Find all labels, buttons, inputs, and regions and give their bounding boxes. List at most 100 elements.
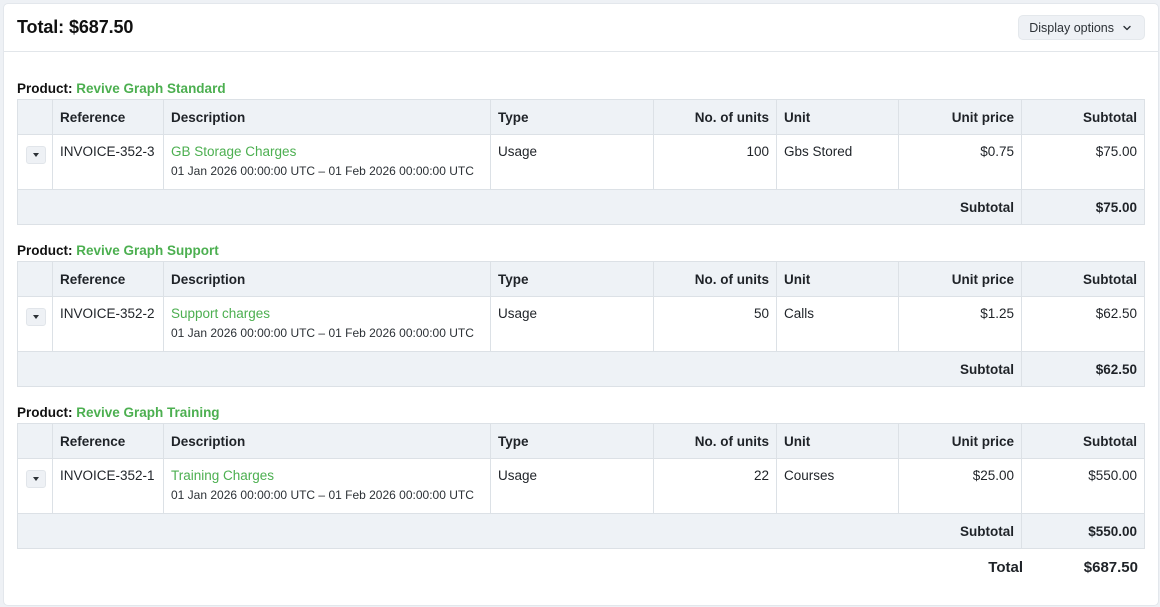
description-cell: Training Charges 01 Jan 2026 00:00:00 UT…	[163, 458, 491, 514]
description-link[interactable]: Training Charges	[171, 468, 483, 483]
charges-table: Reference Description Type No. of units …	[17, 99, 1145, 225]
product-section: Product: Revive Graph Training Reference…	[17, 403, 1145, 549]
col-unit: Unit	[776, 261, 899, 297]
col-unit-price: Unit price	[898, 99, 1022, 135]
col-reference: Reference	[52, 99, 164, 135]
subtotal-label: Subtotal	[17, 513, 1022, 549]
col-subtotal: Subtotal	[1021, 99, 1145, 135]
col-toggle	[17, 99, 53, 135]
billing-period: 01 Jan 2026 00:00:00 UTC – 01 Feb 2026 0…	[171, 488, 474, 502]
subtotal-value: $62.50	[1021, 351, 1145, 387]
type-cell: Usage	[490, 296, 654, 352]
product-name[interactable]: Revive Graph Support	[76, 243, 219, 258]
card-header: Total: $687.50 Display options	[4, 4, 1158, 52]
subtotal-label: Subtotal	[17, 351, 1022, 387]
grand-total-label: Total	[988, 558, 1023, 576]
description-cell: GB Storage Charges 01 Jan 2026 00:00:00 …	[163, 134, 491, 190]
subtotal-cell: $550.00	[1021, 458, 1145, 514]
table-row: INVOICE-352-3 GB Storage Charges 01 Jan …	[17, 134, 1145, 190]
units-cell: 100	[653, 134, 777, 190]
product-prefix: Product:	[17, 81, 73, 96]
col-unit: Unit	[776, 423, 899, 459]
col-type: Type	[490, 423, 654, 459]
description-link[interactable]: Support charges	[171, 306, 483, 321]
reference-cell: INVOICE-352-3	[52, 134, 164, 190]
type-cell: Usage	[490, 134, 654, 190]
charges-table: Reference Description Type No. of units …	[17, 423, 1145, 549]
type-cell: Usage	[490, 458, 654, 514]
col-units: No. of units	[653, 261, 777, 297]
subtotal-cell: $62.50	[1021, 296, 1145, 352]
units-cell: 50	[653, 296, 777, 352]
billing-period: 01 Jan 2026 00:00:00 UTC – 01 Feb 2026 0…	[171, 164, 474, 178]
col-unit-price: Unit price	[898, 423, 1022, 459]
unit-price-cell: $25.00	[898, 458, 1022, 514]
col-subtotal: Subtotal	[1021, 261, 1145, 297]
table-header-row: Reference Description Type No. of units …	[17, 99, 1145, 135]
table-row: INVOICE-352-1 Training Charges 01 Jan 20…	[17, 458, 1145, 514]
description-cell: Support charges 01 Jan 2026 00:00:00 UTC…	[163, 296, 491, 352]
reference-cell: INVOICE-352-2	[52, 296, 164, 352]
product-prefix: Product:	[17, 405, 73, 420]
invoice-card: Total: $687.50 Display options Product: …	[4, 4, 1158, 605]
unit-cell: Courses	[776, 458, 899, 514]
display-options-button[interactable]: Display options	[1018, 15, 1145, 40]
product-section: Product: Revive Graph Support Reference …	[17, 241, 1145, 387]
grand-total-value: $687.50	[1083, 558, 1138, 576]
col-toggle	[17, 423, 53, 459]
col-description: Description	[163, 261, 491, 297]
product-prefix: Product:	[17, 243, 73, 258]
unit-cell: Gbs Stored	[776, 134, 899, 190]
caret-down-icon	[33, 477, 39, 481]
caret-down-icon	[33, 315, 39, 319]
table-header-row: Reference Description Type No. of units …	[17, 261, 1145, 297]
subtotal-row: Subtotal $75.00	[17, 189, 1145, 225]
subtotal-label: Subtotal	[17, 189, 1022, 225]
unit-price-cell: $0.75	[898, 134, 1022, 190]
col-unit: Unit	[776, 99, 899, 135]
col-units: No. of units	[653, 423, 777, 459]
caret-down-icon	[33, 153, 39, 157]
toggle-cell	[17, 134, 53, 190]
billing-period: 01 Jan 2026 00:00:00 UTC – 01 Feb 2026 0…	[171, 326, 474, 340]
col-unit-price: Unit price	[898, 261, 1022, 297]
expand-row-button[interactable]	[26, 470, 46, 488]
product-heading: Product: Revive Graph Training	[17, 403, 1145, 423]
product-name[interactable]: Revive Graph Training	[76, 405, 219, 420]
subtotal-cell: $75.00	[1021, 134, 1145, 190]
col-type: Type	[490, 261, 654, 297]
subtotal-row: Subtotal $550.00	[17, 513, 1145, 549]
table-header-row: Reference Description Type No. of units …	[17, 423, 1145, 459]
product-heading: Product: Revive Graph Support	[17, 241, 1145, 261]
expand-row-button[interactable]	[26, 146, 46, 164]
expand-row-button[interactable]	[26, 308, 46, 326]
display-options-label: Display options	[1029, 20, 1114, 35]
col-subtotal: Subtotal	[1021, 423, 1145, 459]
units-cell: 22	[653, 458, 777, 514]
col-reference: Reference	[52, 423, 164, 459]
col-toggle	[17, 261, 53, 297]
unit-cell: Calls	[776, 296, 899, 352]
product-section: Product: Revive Graph Standard Reference…	[17, 79, 1145, 225]
col-reference: Reference	[52, 261, 164, 297]
unit-price-cell: $1.25	[898, 296, 1022, 352]
subtotal-row: Subtotal $62.50	[17, 351, 1145, 387]
col-description: Description	[163, 423, 491, 459]
product-heading: Product: Revive Graph Standard	[17, 79, 1145, 99]
col-description: Description	[163, 99, 491, 135]
total-title: Total: $687.50	[17, 17, 134, 37]
description-link[interactable]: GB Storage Charges	[171, 144, 483, 159]
invoice-content: Product: Revive Graph Standard Reference…	[4, 52, 1158, 586]
subtotal-value: $75.00	[1021, 189, 1145, 225]
grand-total-row: Total $687.50	[17, 548, 1145, 586]
charges-table: Reference Description Type No. of units …	[17, 261, 1145, 387]
chevron-down-icon	[1123, 25, 1131, 30]
reference-cell: INVOICE-352-1	[52, 458, 164, 514]
col-units: No. of units	[653, 99, 777, 135]
toggle-cell	[17, 296, 53, 352]
subtotal-value: $550.00	[1021, 513, 1145, 549]
product-name[interactable]: Revive Graph Standard	[76, 81, 225, 96]
col-type: Type	[490, 99, 654, 135]
table-row: INVOICE-352-2 Support charges 01 Jan 202…	[17, 296, 1145, 352]
toggle-cell	[17, 458, 53, 514]
